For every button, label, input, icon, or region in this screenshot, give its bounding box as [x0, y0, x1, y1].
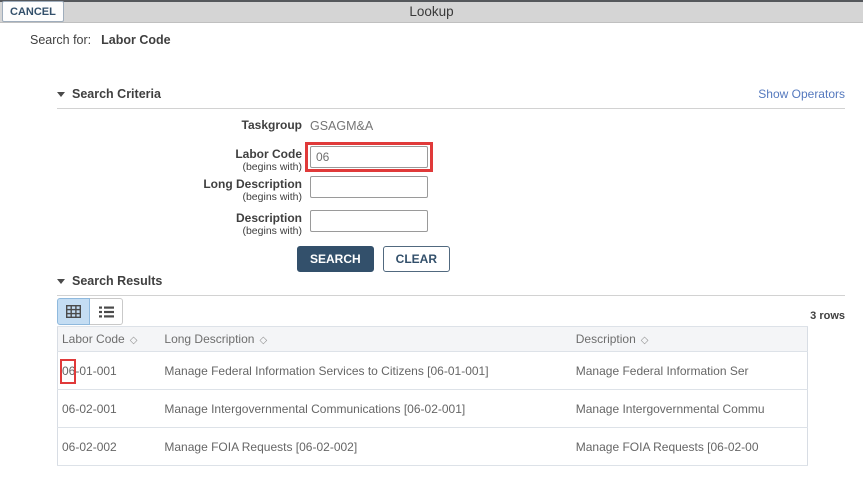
labor-code-input[interactable]	[310, 146, 428, 168]
show-operators-link[interactable]: Show Operators	[758, 87, 845, 102]
labor-code-label: Labor Code	[235, 147, 302, 161]
table-row[interactable]: 06-02-002 Manage FOIA Requests [06-02-00…	[57, 427, 808, 466]
sort-icon[interactable]: ◇	[130, 335, 138, 346]
lookup-modal: Lookup CANCEL Search for: Labor Code Sear…	[0, 0, 863, 481]
search-for-label: Search for:	[30, 33, 92, 47]
criteria-buttons: SEARCH CLEAR	[297, 246, 845, 272]
cell-long-description[interactable]: Manage Federal Information Services to C…	[160, 351, 572, 390]
results-toolbar: 3 rows	[57, 298, 845, 326]
cancel-button[interactable]: CANCEL	[2, 1, 64, 22]
search-results-section: Search Results 3 rows Labor Code ◇ Long …	[57, 274, 845, 466]
criteria-form: Taskgroup GSAGM&A Labor Code (begins wit…	[57, 117, 845, 272]
long-description-input[interactable]	[310, 176, 428, 198]
table-header-row: Labor Code ◇ Long Description ◇ Descriptio…	[57, 326, 808, 352]
cell-long-description[interactable]: Manage FOIA Requests [06-02-002]	[160, 427, 572, 466]
list-icon	[98, 306, 114, 317]
description-sublabel: (begins with)	[242, 225, 302, 237]
search-criteria-header: Search Criteria Show Operators	[57, 87, 845, 109]
table-row[interactable]: 06-01-001 Manage Federal Information Ser…	[57, 351, 808, 390]
cell-description[interactable]: Manage Intergovernmental Commu	[571, 389, 808, 428]
column-header-long-description[interactable]: Long Description ◇	[160, 326, 572, 352]
search-results-toggle[interactable]: Search Results	[57, 274, 162, 289]
cell-description[interactable]: Manage FOIA Requests [06-02-00	[571, 427, 808, 466]
cell-labor-code[interactable]: 06-01-001	[57, 351, 161, 390]
row-count: 3 rows	[810, 310, 845, 322]
list-view-button[interactable]	[90, 298, 123, 325]
search-criteria-title: Search Criteria	[72, 87, 161, 101]
grid-icon	[66, 305, 81, 318]
taskgroup-label: Taskgroup	[241, 118, 302, 132]
cell-long-description[interactable]: Manage Intergovernmental Communications …	[160, 389, 572, 428]
column-header-description[interactable]: Description ◇	[571, 326, 808, 352]
grid-view-button[interactable]	[57, 298, 90, 325]
search-button[interactable]: SEARCH	[297, 246, 374, 272]
top-divider	[0, 0, 863, 2]
collapse-caret-icon	[57, 279, 65, 284]
taskgroup-value: GSAGM&A	[310, 119, 374, 133]
clear-button[interactable]: CLEAR	[382, 246, 451, 272]
modal-title: Lookup	[409, 4, 454, 19]
cell-labor-code[interactable]: 06-02-002	[57, 427, 161, 466]
long-description-row: Long Description (begins with)	[57, 176, 845, 203]
search-for-line: Search for: Labor Code	[30, 33, 171, 47]
column-header-labor-code[interactable]: Labor Code ◇	[57, 326, 161, 352]
description-input[interactable]	[310, 210, 428, 232]
long-description-sublabel: (begins with)	[242, 191, 302, 203]
cell-labor-code[interactable]: 06-02-001	[57, 389, 161, 428]
taskgroup-row: Taskgroup GSAGM&A	[57, 117, 845, 133]
annotation-box-labor-code-input	[305, 142, 433, 172]
cell-description[interactable]: Manage Federal Information Ser	[571, 351, 808, 390]
search-criteria-toggle[interactable]: Search Criteria	[57, 87, 161, 102]
view-toggle-group	[57, 298, 123, 325]
sort-icon[interactable]: ◇	[641, 335, 649, 346]
search-results-title: Search Results	[72, 274, 163, 288]
long-description-label: Long Description	[203, 177, 302, 191]
description-row: Description (begins with)	[57, 210, 845, 237]
modal-titlebar: Lookup	[0, 0, 863, 23]
collapse-caret-icon	[57, 92, 65, 97]
labor-code-sublabel: (begins with)	[242, 161, 302, 173]
results-table: Labor Code ◇ Long Description ◇ Descriptio…	[57, 326, 808, 466]
sort-icon[interactable]: ◇	[259, 335, 267, 346]
labor-code-row: Labor Code (begins with)	[57, 142, 845, 173]
search-results-header: Search Results	[57, 274, 845, 296]
description-label: Description	[235, 211, 302, 225]
search-for-value: Labor Code	[101, 33, 171, 47]
table-row[interactable]: 06-02-001 Manage Intergovernmental Commu…	[57, 389, 808, 428]
search-criteria-section: Search Criteria Show Operators Taskgroup…	[57, 87, 845, 272]
